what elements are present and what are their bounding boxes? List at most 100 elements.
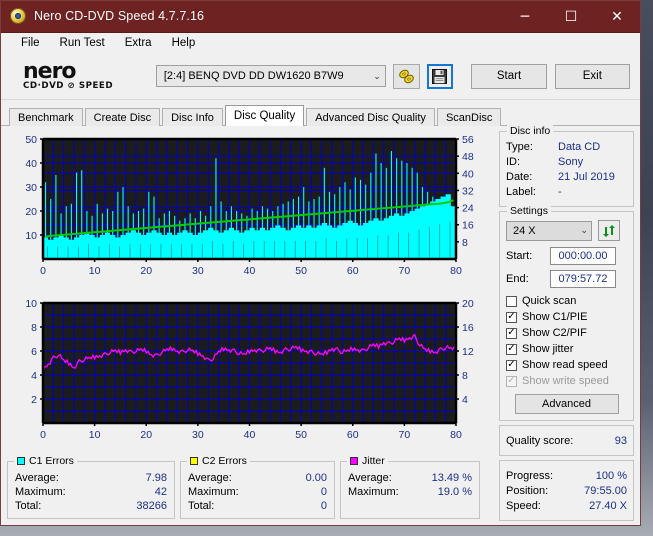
- start-button[interactable]: Start: [471, 63, 547, 89]
- menu-item-file[interactable]: File: [11, 35, 50, 51]
- checkbox-show-c2-pif-box: ✓: [506, 327, 517, 339]
- checkbox-show-c2-pif-label: Show C2/PIF: [522, 327, 587, 339]
- svg-text:8: 8: [462, 370, 468, 382]
- jitter-average-value: 13.49 %: [431, 472, 472, 484]
- svg-text:30: 30: [192, 429, 204, 441]
- sidebar: Disc info Type: Data CD ID: Sony Date: 2…: [499, 125, 634, 521]
- checkbox-show-c1-pie-label: Show C1/PIE: [522, 311, 588, 323]
- svg-text:70: 70: [399, 429, 411, 441]
- tab-disc-quality[interactable]: Disc Quality: [224, 105, 305, 126]
- speed-row: 24 X ⌄: [506, 220, 627, 241]
- end-field-row: End: 079:57.72: [506, 270, 627, 288]
- c1-color-swatch: [17, 457, 25, 465]
- drive-select[interactable]: [2:4] BENQ DVD DD DW1620 B7W9 ⌄: [155, 65, 386, 88]
- svg-text:32: 32: [462, 185, 474, 197]
- jitter-average-label: Average:: [348, 472, 392, 484]
- jitter-panel: Jitter Average: 13.49 % Maximum: 19.0 %: [340, 455, 480, 519]
- disc-info-group: Disc info Type: Data CD ID: Sony Date: 2…: [499, 125, 634, 207]
- checkbox-show-jitter-label: Show jitter: [522, 343, 574, 355]
- svg-text:70: 70: [399, 265, 411, 277]
- c1-average-row: Average: 7.98: [15, 471, 167, 485]
- checkbox-show-jitter[interactable]: ✓ Show jitter: [506, 341, 627, 357]
- tab-benchmark[interactable]: Benchmark: [9, 108, 83, 126]
- statistics-row: C1 Errors Average: 7.98 Maximum: 42 Tota…: [7, 455, 494, 519]
- menu-item-run-test[interactable]: Run Test: [50, 35, 115, 51]
- refresh-icon: [603, 224, 615, 237]
- c1-errors-legend: C1 Errors: [14, 455, 77, 467]
- disc-date-label: Date:: [506, 171, 533, 183]
- checkbox-show-c1-pie[interactable]: ✓ Show C1/PIE: [506, 309, 627, 325]
- disc-label-label: Label:: [506, 186, 536, 198]
- jitter-chart: 2 4 6 8 10 4 8 12 16 20 0 10 20 30 40 50 60 70 80: [7, 295, 494, 455]
- svg-text:60: 60: [347, 265, 359, 277]
- svg-text:10: 10: [25, 298, 37, 310]
- svg-text:40: 40: [462, 168, 474, 180]
- refresh-button[interactable]: [598, 220, 620, 241]
- svg-text:4: 4: [462, 394, 468, 406]
- checkbox-show-read-speed-box: ✓: [506, 359, 517, 371]
- toolbar: nero CD·DVD ⊘ SPEED [2:4] BENQ DVD DD DW…: [1, 53, 640, 100]
- svg-text:50: 50: [295, 265, 307, 277]
- tab-disc-info[interactable]: Disc Info: [162, 108, 223, 126]
- c1-error-chart: 10 20 30 40 50 8 16 24 32 40 48 56 0 10 20 30 40 50 60 70 80: [7, 131, 494, 291]
- tab-strip: Benchmark Create Disc Disc Info Disc Qua…: [9, 105, 640, 126]
- checkbox-show-c2-pif[interactable]: ✓ Show C2/PIF: [506, 325, 627, 341]
- position-label: Position:: [506, 485, 549, 497]
- svg-text:50: 50: [25, 134, 37, 146]
- tab-scandisc[interactable]: ScanDisc: [436, 108, 502, 126]
- jitter-maximum-row: Maximum: 19.0 %: [348, 485, 472, 499]
- speed-row-value: Speed: 27.40 X: [506, 499, 627, 514]
- svg-text:20: 20: [462, 298, 474, 310]
- window-title: Nero CD-DVD Speed 4.7.7.16: [34, 9, 205, 24]
- disc-id-label: ID:: [506, 156, 521, 168]
- save-icon: [432, 68, 448, 84]
- tab-create-disc[interactable]: Create Disc: [84, 108, 161, 126]
- svg-text:48: 48: [462, 151, 474, 163]
- eject-disc-button[interactable]: [392, 63, 420, 89]
- checkbox-quick-scan[interactable]: Quick scan: [506, 293, 627, 309]
- start-input[interactable]: 000:00.00: [550, 247, 616, 265]
- exit-button[interactable]: Exit: [554, 63, 630, 89]
- c1-total-row: Total: 38266: [15, 499, 167, 513]
- speed-select-value: 24 X: [513, 224, 536, 237]
- svg-text:24: 24: [462, 203, 474, 215]
- svg-text:0: 0: [40, 429, 46, 441]
- checkbox-show-read-speed[interactable]: ✓ Show read speed: [506, 357, 627, 373]
- checkbox-quick-scan-box: [506, 295, 517, 307]
- advanced-button[interactable]: Advanced: [514, 394, 619, 414]
- svg-text:50: 50: [295, 429, 307, 441]
- speed-label: Speed:: [506, 500, 541, 512]
- c1-total-label: Total:: [15, 500, 42, 512]
- c1-average-value: 7.98: [145, 472, 167, 484]
- checkbox-show-read-speed-label: Show read speed: [522, 359, 608, 371]
- disc-label-row: Label: -: [506, 185, 627, 200]
- svg-text:2: 2: [31, 394, 37, 406]
- svg-text:56: 56: [462, 134, 474, 146]
- disc-type-label: Type:: [506, 141, 533, 153]
- disc-type-value: Data CD: [558, 141, 601, 153]
- minimize-button[interactable]: ─: [502, 1, 548, 33]
- menu-item-help[interactable]: Help: [162, 35, 206, 51]
- c2-maximum-row: Maximum: 0: [188, 485, 327, 499]
- eject-disc-icon: [398, 69, 414, 84]
- svg-text:16: 16: [462, 220, 474, 232]
- settings-group: Settings 24 X ⌄ Start: 000:00.00 End: 07…: [499, 205, 634, 421]
- svg-text:8: 8: [31, 322, 37, 334]
- checkbox-show-jitter-box: ✓: [506, 343, 517, 355]
- speed-select[interactable]: 24 X ⌄: [506, 220, 592, 241]
- save-button[interactable]: [426, 63, 454, 89]
- c1-errors-panel: C1 Errors Average: 7.98 Maximum: 42 Tota…: [7, 455, 175, 519]
- maximize-button[interactable]: ☐: [548, 1, 594, 33]
- close-button[interactable]: ✕: [594, 1, 640, 33]
- checkbox-show-write-speed-box: ✓: [506, 375, 517, 387]
- c2-average-row: Average: 0.00: [188, 471, 327, 485]
- menu-item-extra[interactable]: Extra: [115, 35, 162, 51]
- checkbox-quick-scan-label: Quick scan: [522, 295, 577, 307]
- chevron-down-icon: ⌄: [580, 225, 588, 235]
- c2-average-value: 0.00: [305, 472, 327, 484]
- tab-advanced-disc-quality[interactable]: Advanced Disc Quality: [306, 108, 435, 126]
- c2-average-label: Average:: [188, 472, 232, 484]
- end-input[interactable]: 079:57.72: [550, 270, 616, 288]
- jitter-maximum-label: Maximum:: [348, 486, 399, 498]
- c2-errors-legend: C2 Errors: [187, 455, 250, 467]
